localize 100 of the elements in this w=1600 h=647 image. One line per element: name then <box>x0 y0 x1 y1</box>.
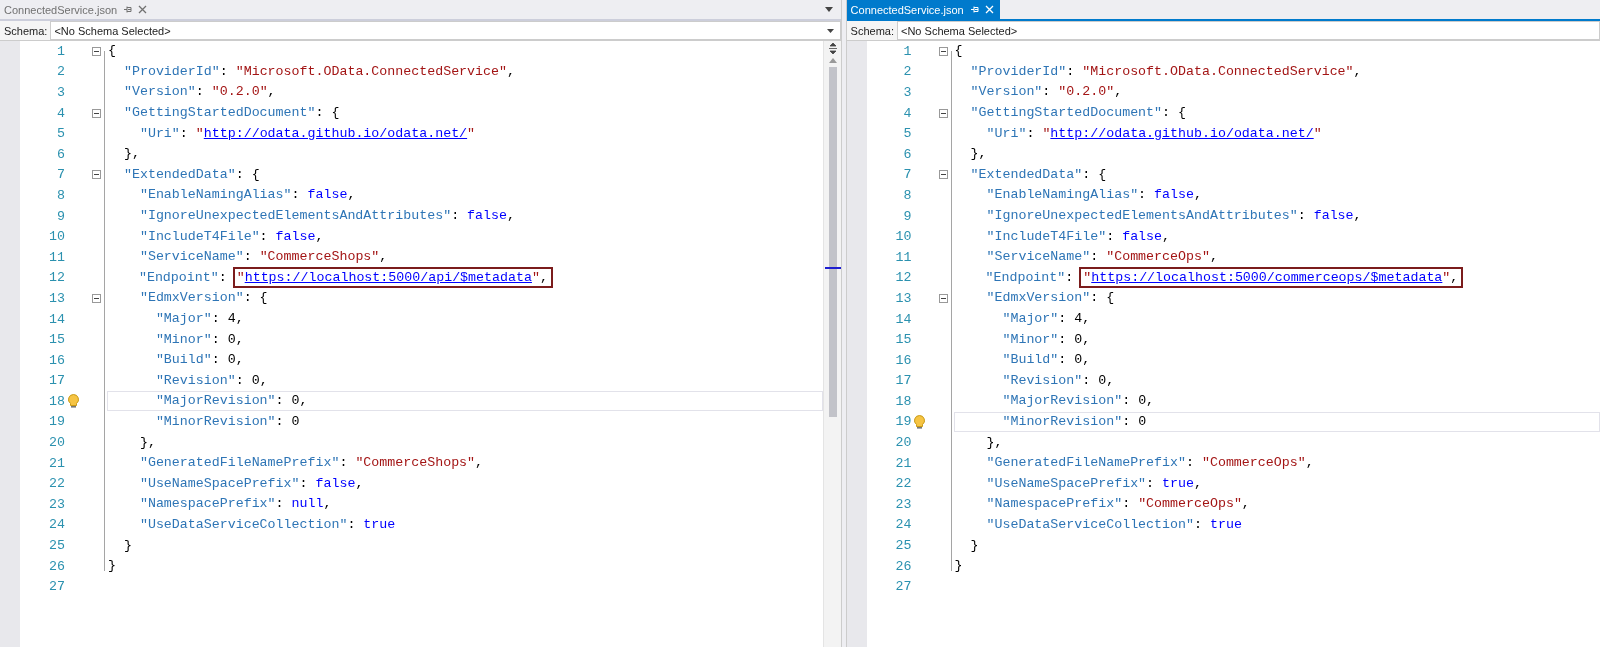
code-line: "NamespacePrefix": "CommerceOps", <box>985 495 1251 514</box>
highlight-box: "https://localhost:5000/commerceops/$metadata", <box>1079 267 1464 289</box>
code-line: "Endpoint": <box>984 270 1075 286</box>
collapse-icon[interactable] <box>92 170 101 180</box>
collapse-icon[interactable] <box>938 170 948 180</box>
line-number: 18 <box>48 393 65 409</box>
schema-dropdown[interactable]: <No Schema Selected> <box>897 21 1600 40</box>
highlight-box: "https://localhost:5000/api/$metadata", <box>232 267 553 289</box>
line-number: 16 <box>48 352 65 368</box>
line-number: 5 <box>56 126 65 142</box>
line-number: 16 <box>894 352 912 368</box>
code-line: "UseDataServiceCollection": true <box>138 515 397 534</box>
line-number: 10 <box>894 229 912 245</box>
schema-dropdown[interactable]: <No Schema Selected> <box>50 21 841 40</box>
split-icon[interactable] <box>827 43 838 54</box>
code-line: }, <box>985 433 1004 452</box>
tab-menu-caret-icon[interactable] <box>825 7 833 12</box>
lightbulb-icon[interactable] <box>914 415 926 429</box>
line-number: 15 <box>894 332 912 348</box>
line-number: 25 <box>894 538 912 554</box>
collapse-icon[interactable] <box>92 46 101 56</box>
code-line: { <box>107 42 117 61</box>
line-number: 10 <box>48 229 65 245</box>
line-number: 1 <box>902 43 912 59</box>
collapse-icon[interactable] <box>938 293 948 303</box>
code-line: "ServiceName": "CommerceOps", <box>985 248 1219 267</box>
line-number: 11 <box>48 249 65 265</box>
collapse-icon[interactable] <box>92 108 101 118</box>
line-number: 26 <box>894 558 912 574</box>
line-number: 2 <box>902 64 912 80</box>
code-line: "Minor": 0, <box>1001 330 1092 349</box>
line-number: 21 <box>48 455 65 471</box>
code-line: "Minor": 0, <box>154 330 245 349</box>
code-line: "IgnoreUnexpectedElementsAndAttributes": false, <box>138 207 516 226</box>
code-line: "Revision": 0, <box>1001 371 1116 390</box>
schema-label: Schema: <box>849 24 895 37</box>
line-number: 27 <box>894 579 912 595</box>
code-line: "Uri": "http://odata.github.io/odata.net/" <box>138 124 477 143</box>
caret-icon[interactable] <box>827 28 834 33</box>
code-line: "IgnoreUnexpectedElementsAndAttributes": false, <box>985 207 1363 226</box>
code-line: "NamespacePrefix": null, <box>138 495 333 514</box>
line-number: 22 <box>894 476 912 492</box>
line-number: 18 <box>894 393 912 409</box>
line-number: 24 <box>894 517 912 533</box>
line-number: 6 <box>902 146 912 162</box>
line-number: 1 <box>56 43 65 59</box>
code-line: "UseDataServiceCollection": true <box>985 515 1243 534</box>
code-line: "Major": 4, <box>154 310 245 328</box>
code-line: "ProviderId": "Microsoft.OData.ConnectedService", <box>122 62 516 81</box>
code-line: "EnableNamingAlias": false, <box>138 186 357 205</box>
line-number: 19 <box>48 414 65 430</box>
line-number: 27 <box>48 579 65 595</box>
line-number: 24 <box>48 517 65 533</box>
line-number: 11 <box>894 249 912 265</box>
line-number: 7 <box>902 167 912 183</box>
line-number: 14 <box>48 311 65 327</box>
line-number: 3 <box>56 85 65 100</box>
scroll-up-icon[interactable] <box>828 58 837 63</box>
code-line: } <box>122 536 133 555</box>
code-line: "GettingStartedDocument": { <box>969 104 1187 123</box>
code-line: "Uri": "http://odata.github.io/odata.net/" <box>985 124 1323 143</box>
code-line: "EdmxVersion": { <box>138 289 269 308</box>
code-line: "Build": 0, <box>1001 351 1092 370</box>
collapse-icon[interactable] <box>938 46 948 56</box>
line-number: 17 <box>894 373 912 389</box>
collapse-icon[interactable] <box>938 108 948 118</box>
code-line: "GeneratedFileNamePrefix": "CommerceOps", <box>985 454 1315 473</box>
code-line: "ServiceName": "CommerceShops", <box>138 248 389 267</box>
line-number: 9 <box>902 208 912 224</box>
line-number: 26 <box>48 558 65 574</box>
code-line: } <box>107 557 117 576</box>
close-icon[interactable] <box>138 5 148 14</box>
code-line: "Version": "0.2.0", <box>122 83 277 102</box>
code-line: "Version": "0.2.0", <box>969 83 1124 102</box>
line-number: 13 <box>894 290 912 306</box>
pin-icon[interactable] <box>123 5 133 14</box>
code-line: "EnableNamingAlias": false, <box>985 186 1203 205</box>
code-line: "ExtendedData": { <box>969 165 1108 184</box>
line-number: 13 <box>48 290 65 306</box>
line-number: 17 <box>48 373 65 389</box>
code-line: "Major": 4, <box>1001 310 1092 328</box>
line-number: 8 <box>902 187 912 203</box>
line-number: 4 <box>56 105 65 121</box>
line-number: 12 <box>894 270 912 286</box>
collapse-icon[interactable] <box>92 293 101 303</box>
code-line: "GeneratedFileNamePrefix": "CommerceShops", <box>138 454 485 473</box>
code-line: } <box>953 557 964 576</box>
vertical-scrollbar[interactable] <box>823 41 841 647</box>
line-number: 22 <box>48 476 65 492</box>
code-line: } <box>969 536 980 555</box>
lightbulb-icon[interactable] <box>67 394 79 409</box>
code-line: }, <box>138 433 157 452</box>
code-line: "Endpoint": <box>137 270 228 286</box>
line-number: 20 <box>894 435 912 451</box>
line-number: 14 <box>894 311 912 327</box>
line-number: 9 <box>56 208 65 224</box>
line-number: 2 <box>56 64 65 80</box>
line-number: 8 <box>56 187 65 203</box>
line-number: 3 <box>902 85 912 100</box>
code-line: "ExtendedData": { <box>122 165 261 184</box>
